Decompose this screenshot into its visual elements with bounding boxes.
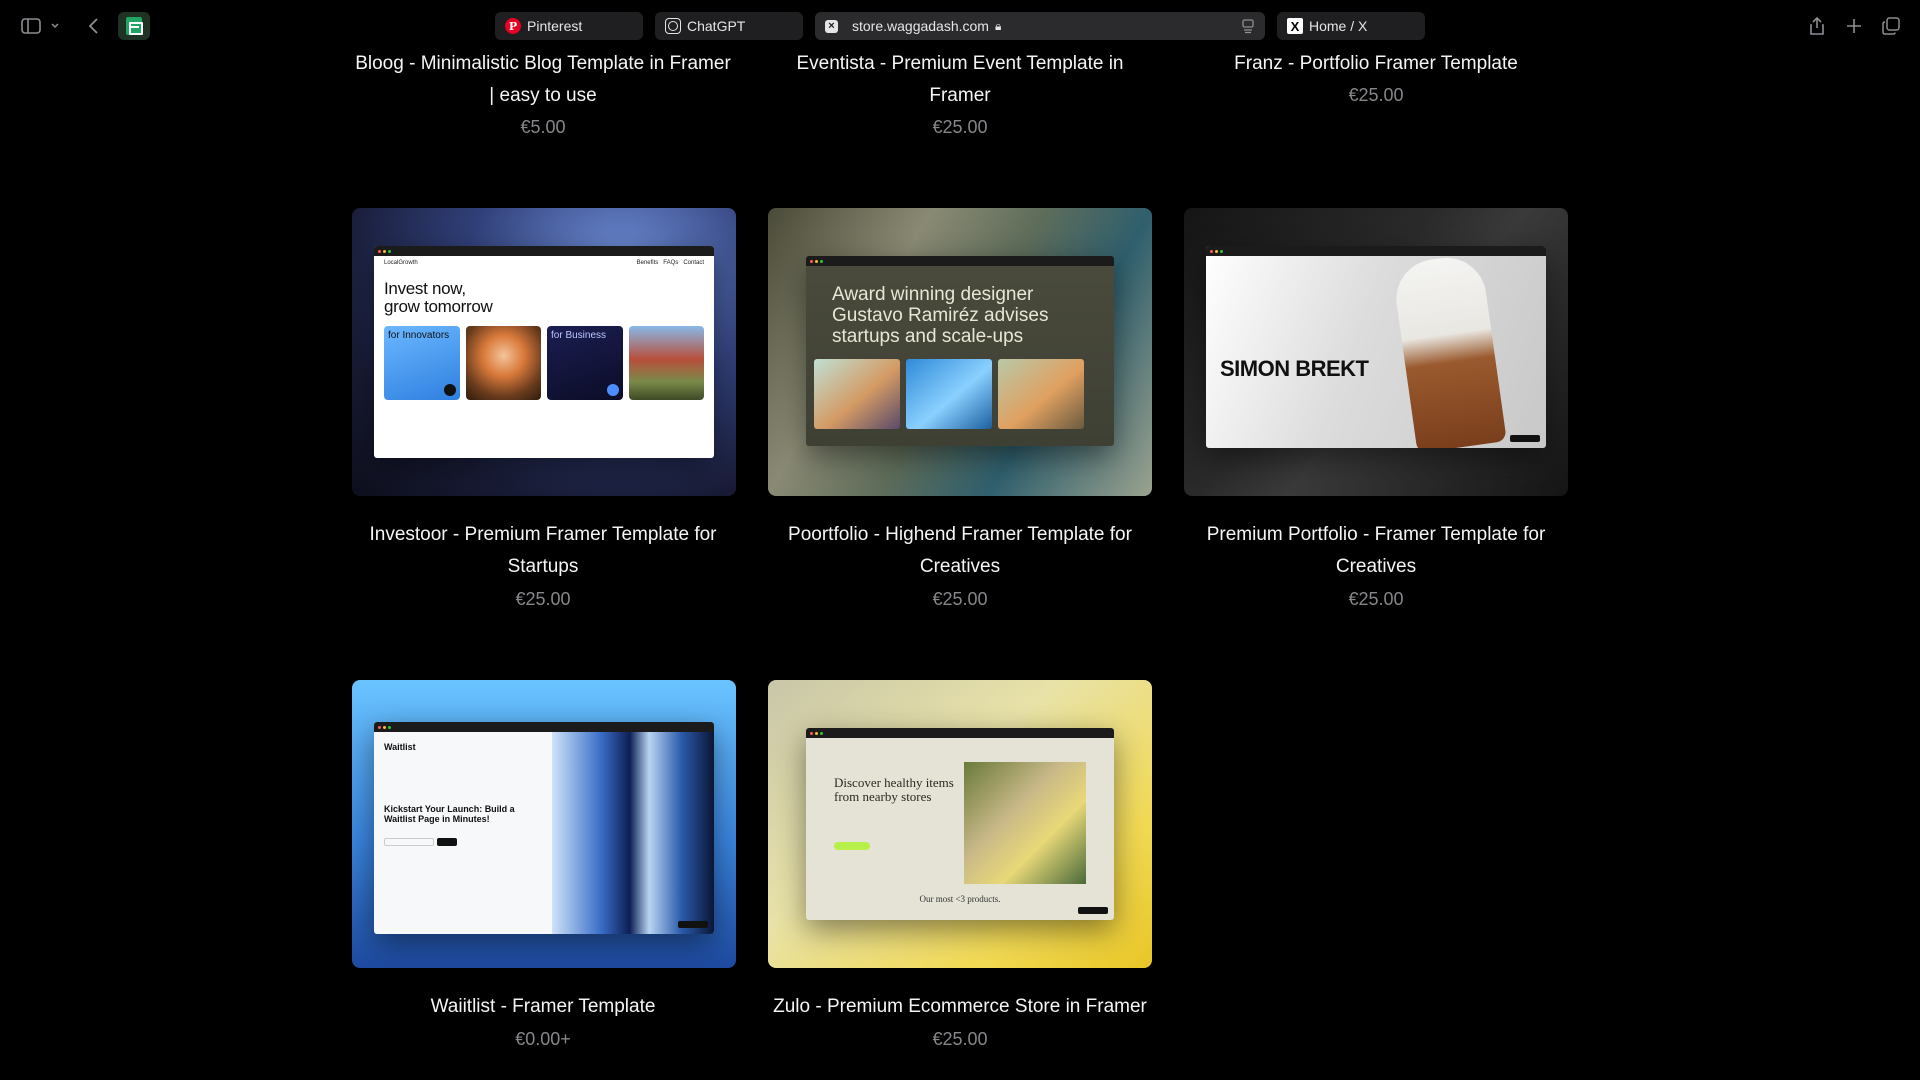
product-title-premium-portfolio[interactable]: Premium Portfolio - Framer Template for … <box>1176 519 1576 583</box>
preview-email-input <box>384 838 434 846</box>
tab-label: Pinterest <box>527 18 583 34</box>
product-title-investoor[interactable]: Investoor - Premium Framer Template for … <box>343 519 743 583</box>
product-card-poortfolio[interactable]: Award winning designer Gustavo Ramiréz a… <box>768 208 1152 496</box>
preview-product-photo <box>964 762 1086 884</box>
preview-footer-text: Our most <3 products. <box>919 894 1001 904</box>
preview-headline: Award winning designer Gustavo Ramiréz a… <box>832 284 1049 347</box>
chatgpt-icon <box>665 18 681 34</box>
product-title-bloog[interactable]: Bloog - Minimalistic Blog Template in Fr… <box>343 48 743 112</box>
lock-icon: 🔒︎ <box>994 18 1002 33</box>
sidebar-toggle-icon[interactable] <box>19 14 43 38</box>
preview-illustration <box>998 359 1084 429</box>
made-in-framer-badge <box>1510 435 1540 442</box>
address-bar-url[interactable]: store.waggadash.com <box>852 18 989 34</box>
tab-label: ChatGPT <box>687 18 746 34</box>
preview-illustration <box>906 359 992 429</box>
preview-brand: Waitlist <box>384 742 416 752</box>
google-sheets-pinned-tab[interactable] <box>118 12 150 40</box>
tab-home-x[interactable]: X Home / X <box>1277 12 1425 40</box>
product-card-premium-portfolio[interactable]: SIMON BREKT <box>1184 208 1568 496</box>
preview-headline: Discover healthy items from nearby store… <box>834 775 954 804</box>
preview-headline: SIMON BREKT <box>1220 356 1369 381</box>
template-preview: SIMON BREKT <box>1206 246 1546 448</box>
x-icon: X <box>1287 18 1303 34</box>
product-card-waiitlist[interactable]: Waitlist Kickstart Your Launch: Build a … <box>352 680 736 968</box>
preview-photo <box>465 326 541 400</box>
template-preview: LocalGrowth Benefits FAQs Contact Invest… <box>374 246 714 458</box>
chevron-down-icon[interactable] <box>48 14 62 38</box>
made-in-framer-badge <box>678 921 708 928</box>
preview-architecture-photo <box>552 732 714 934</box>
product-price: €25.00 <box>1348 589 1404 609</box>
template-preview: Waitlist Kickstart Your Launch: Build a … <box>374 722 714 934</box>
back-arrow-icon[interactable] <box>82 14 106 38</box>
product-price: €25.00 <box>1348 85 1404 105</box>
new-tab-plus-icon[interactable] <box>1842 14 1866 38</box>
preview-headline: Kickstart Your Launch: Build a Waitlist … <box>384 804 515 824</box>
product-price: €25.00 <box>932 589 988 609</box>
tab-label: Home / X <box>1309 18 1368 34</box>
preview-tile: for Business <box>547 326 623 400</box>
tab-overview-icon[interactable] <box>1879 14 1903 38</box>
preview-headline: Invest now, grow tomorrow <box>384 279 493 316</box>
product-title-franz[interactable]: Franz - Portfolio Framer Template <box>1176 48 1576 80</box>
product-price: €25.00 <box>515 589 571 609</box>
store-favicon: × <box>825 19 838 33</box>
template-preview: Discover healthy items from nearby store… <box>806 728 1114 920</box>
pinterest-icon: P <box>505 18 521 34</box>
google-sheets-icon <box>126 17 143 35</box>
preview-illustration <box>814 359 900 429</box>
preview-model-photo <box>1391 252 1507 448</box>
product-price: €25.00 <box>932 117 988 137</box>
made-in-framer-badge <box>1078 907 1108 914</box>
browser-toolbar: P Pinterest ChatGPT × store.waggadash.co… <box>0 0 1920 52</box>
product-title-poortfolio[interactable]: Poortfolio - Highend Framer Template for… <box>760 519 1160 583</box>
product-card-investoor[interactable]: LocalGrowth Benefits FAQs Contact Invest… <box>352 208 736 496</box>
template-preview: Award winning designer Gustavo Ramiréz a… <box>806 256 1114 446</box>
product-title-zulo[interactable]: Zulo - Premium Ecommerce Store in Framer <box>760 991 1160 1023</box>
product-price: €5.00 <box>520 117 566 137</box>
preview-submit-button <box>437 838 457 846</box>
reader-mode-icon[interactable] <box>1241 18 1255 34</box>
product-title-waiitlist[interactable]: Waiitlist - Framer Template <box>343 991 743 1023</box>
tab-pinterest[interactable]: P Pinterest <box>495 12 643 40</box>
product-price: €0.00+ <box>515 1029 571 1049</box>
tab-chatgpt[interactable]: ChatGPT <box>655 12 803 40</box>
product-title-eventista[interactable]: Eventista - Premium Event Template in Fr… <box>760 48 1160 112</box>
preview-blurb <box>544 292 644 316</box>
tab-store-waggadash[interactable]: × store.waggadash.com 🔒︎ <box>815 12 1265 40</box>
preview-shop-button <box>834 842 870 850</box>
share-icon[interactable] <box>1805 14 1829 38</box>
preview-photo <box>628 326 704 400</box>
product-card-zulo[interactable]: Discover healthy items from nearby store… <box>768 680 1152 968</box>
preview-brand: LocalGrowth <box>384 260 418 266</box>
product-price: €25.00 <box>932 1029 988 1049</box>
preview-tile: for Innovators <box>384 326 460 400</box>
